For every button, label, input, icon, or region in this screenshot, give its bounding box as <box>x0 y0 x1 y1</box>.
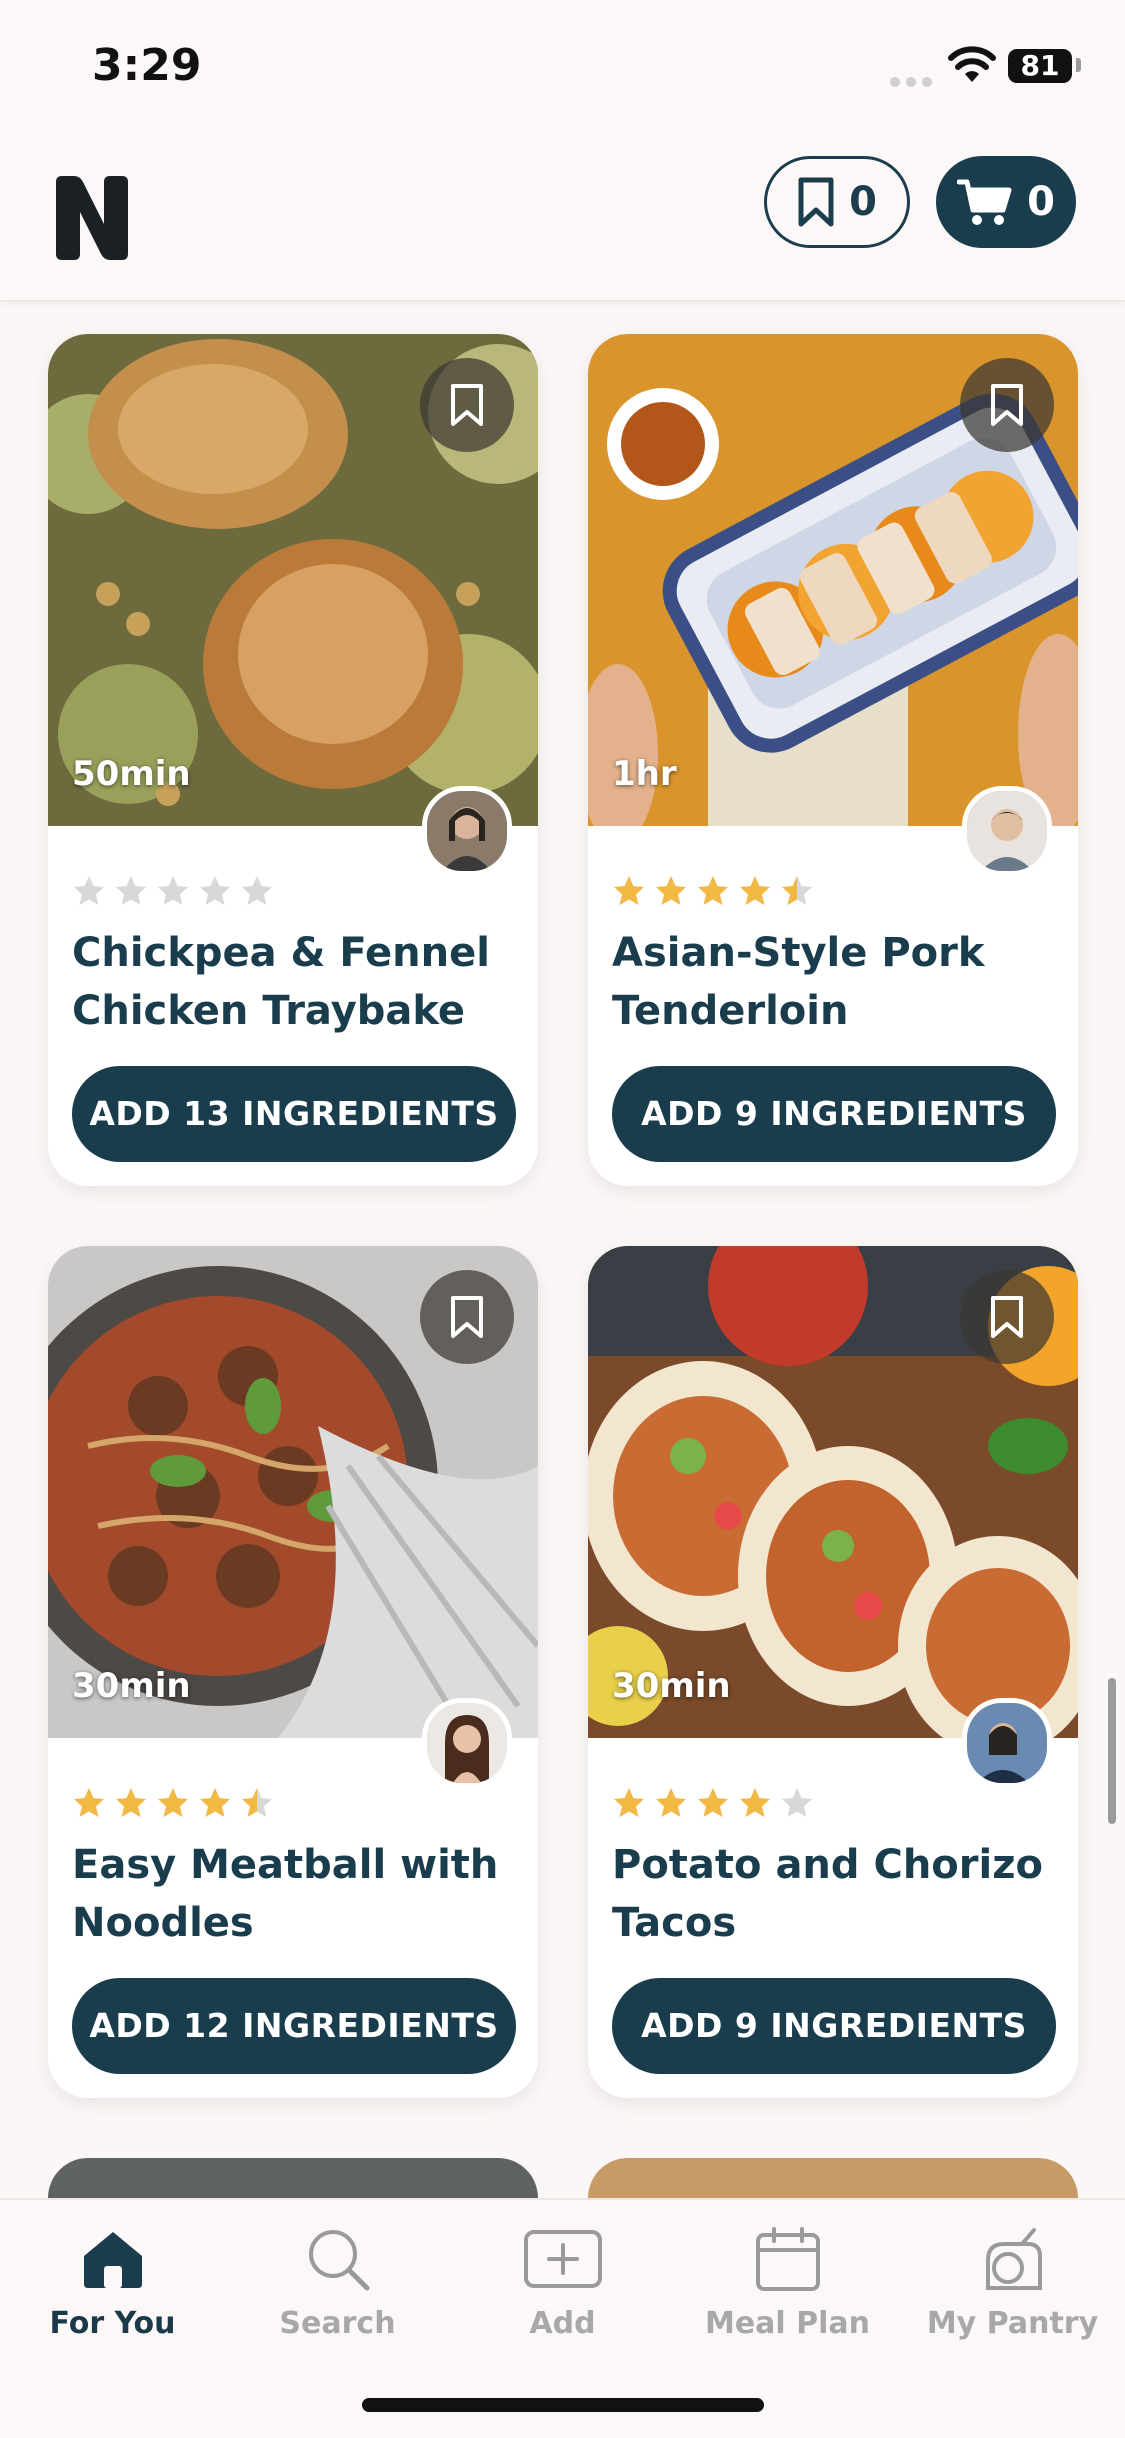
star-icon <box>74 876 104 905</box>
star-icon <box>158 876 188 905</box>
bookmark-button[interactable] <box>420 1270 514 1364</box>
star-icon <box>782 1788 812 1817</box>
tab-my-pantry[interactable]: My Pantry <box>900 2220 1125 2341</box>
recipe-title[interactable]: Easy Meatball with Noodles <box>72 1836 522 1952</box>
recipe-card[interactable]: 1hr Asian-Style Pork Tenderloin ADD 9 IN… <box>588 334 1078 1186</box>
status-time: 3:29 <box>92 40 202 91</box>
star-icon <box>782 876 812 905</box>
author-avatar[interactable] <box>962 1698 1052 1788</box>
star-icon <box>158 1788 188 1817</box>
star-rating <box>72 1786 274 1820</box>
star-icon <box>656 1788 686 1817</box>
tab-search[interactable]: Search <box>225 2220 450 2341</box>
star-icon <box>614 1788 644 1817</box>
author-avatar[interactable] <box>962 786 1052 876</box>
cellular-signal-icon <box>890 72 938 91</box>
bookmark-button[interactable] <box>960 1270 1054 1364</box>
home-icon <box>83 2232 142 2288</box>
star-rating <box>612 874 814 908</box>
star-icon <box>698 1788 728 1817</box>
star-rating <box>72 874 274 908</box>
battery-tip <box>1076 58 1081 72</box>
recipe-title[interactable]: Asian-Style Pork Tenderloin <box>612 924 1062 1040</box>
add-ingredients-button[interactable]: ADD 9 INGREDIENTS <box>612 1066 1056 1162</box>
tab-add[interactable]: Add <box>450 2220 675 2341</box>
scrollbar[interactable] <box>1108 1678 1116 1824</box>
bookmark-icon <box>798 177 834 227</box>
saved-count: 0 <box>849 179 877 225</box>
bookmark-icon <box>451 1296 483 1338</box>
cart-button[interactable]: 0 <box>936 156 1076 248</box>
star-icon <box>656 876 686 905</box>
bookmark-button[interactable] <box>420 358 514 452</box>
star-icon <box>200 1788 230 1817</box>
add-ingredients-button[interactable]: ADD 13 INGREDIENTS <box>72 1066 516 1162</box>
author-avatar[interactable] <box>422 1698 512 1788</box>
add-ingredients-button[interactable]: ADD 9 INGREDIENTS <box>612 1978 1056 2074</box>
tab-for-you[interactable]: For You <box>0 2220 225 2341</box>
star-icon <box>74 1788 104 1817</box>
bookmark-icon <box>991 384 1023 426</box>
star-icon <box>116 1788 146 1817</box>
tab-label: Search <box>279 2306 396 2341</box>
cook-time: 30min <box>72 1666 191 1706</box>
home-indicator <box>362 2398 764 2412</box>
cook-time: 50min <box>72 754 191 794</box>
calendar-icon <box>755 2227 820 2291</box>
star-icon <box>740 876 770 905</box>
cart-icon <box>957 179 1012 225</box>
recipe-title[interactable]: Potato and Chorizo Tacos <box>612 1836 1062 1952</box>
bookmark-icon <box>991 1296 1023 1338</box>
star-icon <box>116 876 146 905</box>
search-icon <box>308 2230 369 2291</box>
cart-count: 0 <box>1027 179 1055 225</box>
bookmark-button[interactable] <box>960 358 1054 452</box>
tab-meal-plan[interactable]: Meal Plan <box>675 2220 900 2341</box>
recipe-title[interactable]: Chickpea & Fennel Chicken Traybake <box>72 924 522 1040</box>
tab-label: Meal Plan <box>704 2306 871 2341</box>
tab-label: Add <box>529 2306 596 2341</box>
star-rating <box>612 1786 814 1820</box>
wifi-icon <box>948 46 996 82</box>
star-icon <box>242 876 272 905</box>
add-icon <box>523 2230 602 2288</box>
star-icon <box>740 1788 770 1817</box>
recipe-card[interactable]: 50min Chickpea & Fennel Chicken Traybake… <box>48 334 538 1186</box>
battery-icon: 81 <box>1008 49 1072 83</box>
saved-recipes-button[interactable]: 0 <box>764 156 910 248</box>
cook-time: 30min <box>612 1666 731 1706</box>
app-header: 0 0 <box>0 140 1125 302</box>
cook-time: 1hr <box>612 754 677 794</box>
star-icon <box>200 876 230 905</box>
tab-label: My Pantry <box>926 2306 1099 2341</box>
star-icon <box>698 876 728 905</box>
star-icon <box>242 1788 272 1817</box>
author-avatar[interactable] <box>422 786 512 876</box>
star-icon <box>614 876 644 905</box>
add-ingredients-button[interactable]: ADD 12 INGREDIENTS <box>72 1978 516 2074</box>
recipe-card[interactable]: 30min Potato and Chorizo Tacos ADD 9 ING… <box>588 1246 1078 2098</box>
status-bar: 3:29 81 <box>0 0 1125 140</box>
recipe-card[interactable]: 30min Easy Meatball with Noodles ADD 12 … <box>48 1246 538 2098</box>
bookmark-icon <box>451 384 483 426</box>
app-logo[interactable] <box>52 174 132 262</box>
tab-label: For You <box>49 2306 176 2341</box>
pantry-icon <box>985 2228 1042 2290</box>
